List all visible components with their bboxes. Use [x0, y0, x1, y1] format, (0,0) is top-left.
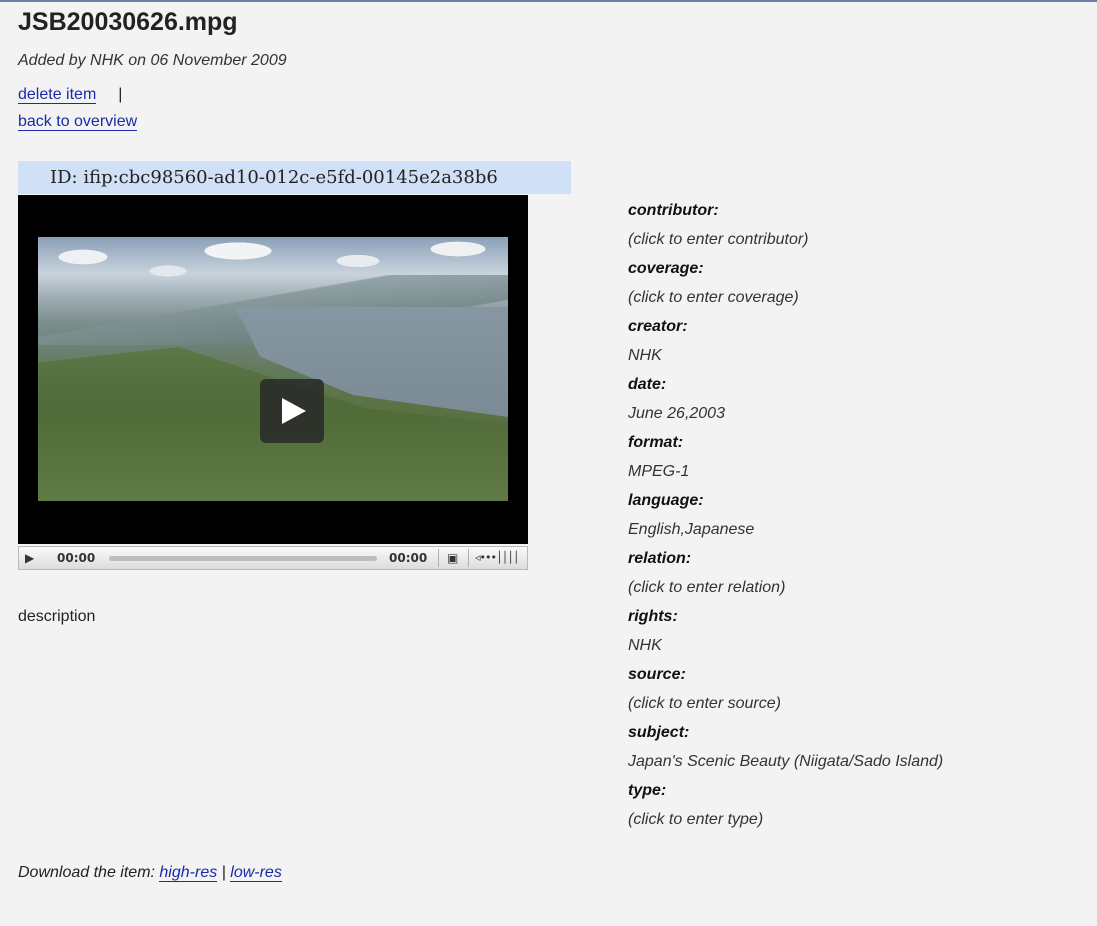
meta-key: rights: — [628, 608, 678, 625]
page-title: JSB20030626.mpg — [18, 8, 238, 36]
meta-value-subject[interactable]: Japan's Scenic Beauty (Niigata/Sado Isla… — [628, 747, 1088, 776]
metadata-list: contributor: (click to enter contributor… — [628, 196, 1088, 834]
back-row: back to overview — [18, 108, 138, 135]
meta-key: contributor: — [628, 202, 719, 219]
meta-value-date[interactable]: June 26,2003 — [628, 399, 1088, 428]
meta-row-format: format: MPEG-1 — [628, 428, 1088, 486]
back-to-overview-link[interactable]: back to overview — [18, 113, 138, 131]
meta-value-language[interactable]: English,Japanese — [628, 515, 1088, 544]
play-icon — [282, 398, 306, 424]
player-controls: ▶ 00:00 00:00 ▣ ◃•••││││ — [18, 546, 528, 570]
meta-key: coverage: — [628, 260, 704, 277]
duration-time: 00:00 — [389, 551, 428, 565]
meta-row-language: language: English,Japanese — [628, 486, 1088, 544]
meta-key: language: — [628, 492, 704, 509]
description-label: description — [18, 608, 96, 625]
download-low-res-link[interactable]: low-res — [230, 864, 282, 882]
meta-value-format[interactable]: MPEG-1 — [628, 457, 1088, 486]
control-divider — [468, 549, 469, 567]
control-divider — [438, 549, 439, 567]
play-overlay-button[interactable] — [260, 379, 324, 443]
download-line: Download the item: high-res | low-res — [18, 864, 282, 882]
meta-row-subject: subject: Japan's Scenic Beauty (Niigata/… — [628, 718, 1088, 776]
action-separator: | — [118, 86, 123, 103]
control-play-icon[interactable]: ▶ — [25, 547, 39, 569]
meta-row-relation: relation: (click to enter relation) — [628, 544, 1088, 602]
meta-row-contributor: contributor: (click to enter contributor… — [628, 196, 1088, 254]
meta-value-source[interactable]: (click to enter source) — [628, 689, 1088, 718]
download-prefix: Download the item: — [18, 864, 160, 881]
meta-key: source: — [628, 666, 686, 683]
download-separator: | — [217, 864, 231, 881]
meta-key: creator: — [628, 318, 688, 335]
added-by-text: Added by NHK on 06 November 2009 — [18, 52, 287, 69]
meta-row-source: source: (click to enter source) — [628, 660, 1088, 718]
meta-row-rights: rights: NHK — [628, 602, 1088, 660]
meta-value-coverage[interactable]: (click to enter coverage) — [628, 283, 1088, 312]
meta-value-type[interactable]: (click to enter type) — [628, 805, 1088, 834]
video-thumbnail — [38, 237, 508, 501]
meta-key: date: — [628, 376, 667, 393]
volume-icon[interactable]: ◃•••││││ — [475, 547, 521, 569]
meta-key: subject: — [628, 724, 690, 741]
item-actions: delete item | back to overview — [18, 81, 138, 135]
meta-key: type: — [628, 782, 667, 799]
meta-value-relation[interactable]: (click to enter relation) — [628, 573, 1088, 602]
seek-bar[interactable] — [109, 556, 377, 561]
top-divider — [0, 0, 1097, 2]
video-player: ▶ 00:00 00:00 ▣ ◃•••││││ — [18, 195, 528, 575]
current-time: 00:00 — [57, 551, 96, 565]
delete-item-link[interactable]: delete item — [18, 86, 97, 104]
video-frame[interactable] — [18, 195, 528, 544]
meta-key: format: — [628, 434, 684, 451]
delete-row: delete item | — [18, 81, 137, 108]
fullscreen-icon[interactable]: ▣ — [447, 547, 461, 569]
meta-value-creator[interactable]: NHK — [628, 341, 1088, 370]
meta-key: relation: — [628, 550, 692, 567]
meta-row-creator: creator: NHK — [628, 312, 1088, 370]
meta-row-type: type: (click to enter type) — [628, 776, 1088, 834]
meta-row-coverage: coverage: (click to enter coverage) — [628, 254, 1088, 312]
item-id-bar: ID: ifip:cbc98560-ad10-012c-e5fd-00145e2… — [18, 161, 571, 194]
meta-value-contributor[interactable]: (click to enter contributor) — [628, 225, 1088, 254]
download-high-res-link[interactable]: high-res — [159, 864, 218, 882]
meta-value-rights[interactable]: NHK — [628, 631, 1088, 660]
meta-row-date: date: June 26,2003 — [628, 370, 1088, 428]
